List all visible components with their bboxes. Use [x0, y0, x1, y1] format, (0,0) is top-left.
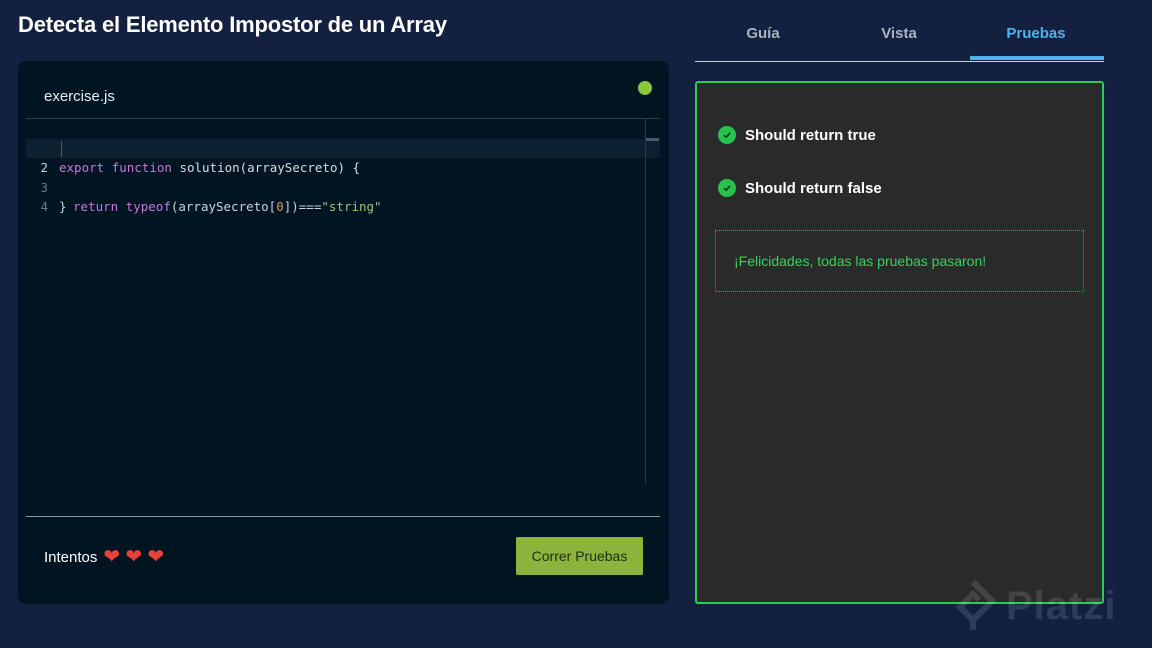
- platzi-watermark: Platzi: [950, 578, 1116, 634]
- test-label: Should return true: [745, 126, 876, 144]
- code-editor-panel: exercise.js 1 export function solution(a…: [18, 61, 669, 604]
- file-tab[interactable]: exercise.js: [44, 88, 115, 105]
- code-line: 4: [26, 178, 660, 214]
- tabs: Guía Vista Pruebas: [695, 18, 1104, 62]
- code-area[interactable]: 1 export function solution(arraySecreto)…: [26, 119, 660, 484]
- platzi-logo-icon: [955, 579, 996, 630]
- attempts-label: Intentos: [44, 548, 98, 566]
- test-label: Should return false: [745, 179, 882, 197]
- editor-scrollbar[interactable]: [645, 119, 646, 484]
- tab-pruebas[interactable]: Pruebas: [968, 18, 1104, 60]
- active-tab-indicator: [970, 56, 1104, 60]
- test-result-row: Should return false: [718, 179, 882, 197]
- code-text: return typeof(arraySecreto[0])==="string…: [73, 199, 382, 215]
- status-dot-icon: [638, 81, 652, 95]
- code-line-active: 2 return typeof(arraySecreto[0])==="stri…: [26, 138, 660, 214]
- page-title: Detecta el Elemento Impostor de un Array: [18, 12, 447, 37]
- test-result-row: Should return true: [718, 126, 876, 144]
- tabs-baseline: [695, 61, 1104, 62]
- heart-icon: ❤: [147, 546, 165, 568]
- editor-scrollbar-thumb[interactable]: [646, 138, 659, 141]
- attempts: Intentos ❤ ❤ ❤: [44, 546, 165, 568]
- indent-guide: [61, 140, 62, 157]
- hearts: ❤ ❤ ❤: [103, 546, 165, 568]
- check-circle-icon: [718, 126, 736, 144]
- success-message: ¡Felicidades, todas las pruebas pasaron!: [715, 230, 1084, 292]
- heart-icon: ❤: [125, 546, 143, 568]
- tab-vista[interactable]: Vista: [831, 18, 967, 60]
- tab-guia[interactable]: Guía: [695, 18, 831, 60]
- watermark-text: Platzi: [1006, 583, 1117, 628]
- line-number: 4: [40, 199, 48, 215]
- code-line: 3 }: [26, 158, 660, 215]
- code-line: 1 export function solution(arraySecreto)…: [26, 119, 660, 176]
- test-results-panel: Should return true Should return false ¡…: [695, 81, 1104, 604]
- footer-divider: [26, 516, 660, 517]
- heart-icon: ❤: [103, 546, 121, 568]
- run-tests-button[interactable]: Correr Pruebas: [516, 537, 643, 575]
- check-circle-icon: [718, 179, 736, 197]
